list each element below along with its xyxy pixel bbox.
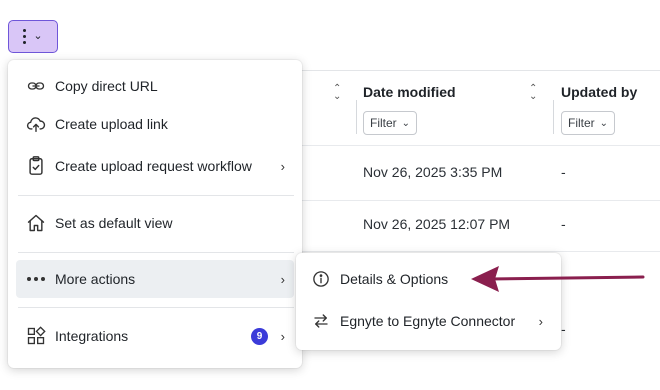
cell-updated-by: - <box>561 321 566 337</box>
menu-separator <box>18 307 294 308</box>
info-icon <box>310 268 332 290</box>
menu-separator <box>18 195 294 196</box>
menu-item-more-actions[interactable]: More actions › <box>16 260 294 298</box>
row-divider <box>290 200 660 201</box>
chevron-down-icon: ⌄ <box>401 117 411 129</box>
sort-icon[interactable]: ⌃ ⌄ <box>529 84 537 102</box>
kebab-icon <box>23 29 27 44</box>
column-divider <box>356 100 357 134</box>
submenu-item-label: Egnyte to Egnyte Connector <box>340 313 516 329</box>
integrations-icon <box>25 325 47 347</box>
cell-updated-by: - <box>561 164 566 180</box>
column-header-updated-by[interactable]: Updated by <box>561 84 637 100</box>
chevron-right-icon: › <box>280 328 285 344</box>
sort-icon[interactable]: ⌃ ⌄ <box>333 84 341 102</box>
filter-dropdown-updated-by[interactable]: Filter ⌄ <box>561 111 616 135</box>
cell-date-modified: Nov 26, 2025 3:35 PM <box>363 164 503 180</box>
link-icon <box>25 75 47 97</box>
menu-item-create-upload-link[interactable]: Create upload link <box>16 105 294 143</box>
row-divider <box>290 145 660 146</box>
cloud-upload-icon <box>25 113 47 135</box>
home-icon <box>25 212 47 234</box>
chevron-right-icon: › <box>280 158 285 174</box>
menu-item-label: Integrations <box>55 328 129 344</box>
menu-separator <box>18 252 294 253</box>
menu-item-label: Create upload link <box>55 116 168 132</box>
chevron-right-icon: › <box>538 313 543 329</box>
swap-arrows-icon <box>310 310 332 332</box>
menu-item-label: Set as default view <box>55 215 173 231</box>
menu-item-label: More actions <box>55 271 136 287</box>
submenu-item-label: Details & Options <box>340 271 449 287</box>
cell-updated-by: - <box>561 216 566 232</box>
menu-item-set-as-default-view[interactable]: Set as default view <box>16 204 294 242</box>
menu-item-label: Create upload request workflow <box>55 158 252 174</box>
more-options-button[interactable]: ⌄ <box>8 20 58 53</box>
more-horizontal-icon <box>25 268 47 290</box>
filter-dropdown-date-modified[interactable]: Filter ⌄ <box>363 111 418 135</box>
column-divider <box>553 100 554 134</box>
menu-item-create-upload-request-workflow[interactable]: Create upload request workflow › <box>16 147 294 185</box>
menu-item-integrations[interactable]: Integrations 9 › <box>16 317 294 355</box>
more-options-menu: Copy direct URL Create upload link Creat… <box>8 60 302 368</box>
column-header-date-modified[interactable]: Date modified <box>363 84 456 100</box>
row-divider <box>290 251 660 252</box>
clipboard-check-icon <box>25 155 47 177</box>
annotation-arrow-icon <box>471 266 645 292</box>
chevron-right-icon: › <box>280 271 285 287</box>
notification-badge: 9 <box>251 327 268 345</box>
menu-item-label: Copy direct URL <box>55 78 158 94</box>
chevron-down-icon: ⌄ <box>599 117 609 129</box>
menu-item-copy-direct-url[interactable]: Copy direct URL <box>16 67 294 105</box>
chevron-down-icon: ⌄ <box>33 30 43 42</box>
submenu-item-egnyte-connector[interactable]: Egnyte to Egnyte Connector › <box>304 303 553 339</box>
cell-date-modified: Nov 26, 2025 12:07 PM <box>363 216 511 232</box>
filter-label: Filter <box>568 116 595 130</box>
table-header-divider <box>290 70 660 71</box>
filter-label: Filter <box>370 116 397 130</box>
